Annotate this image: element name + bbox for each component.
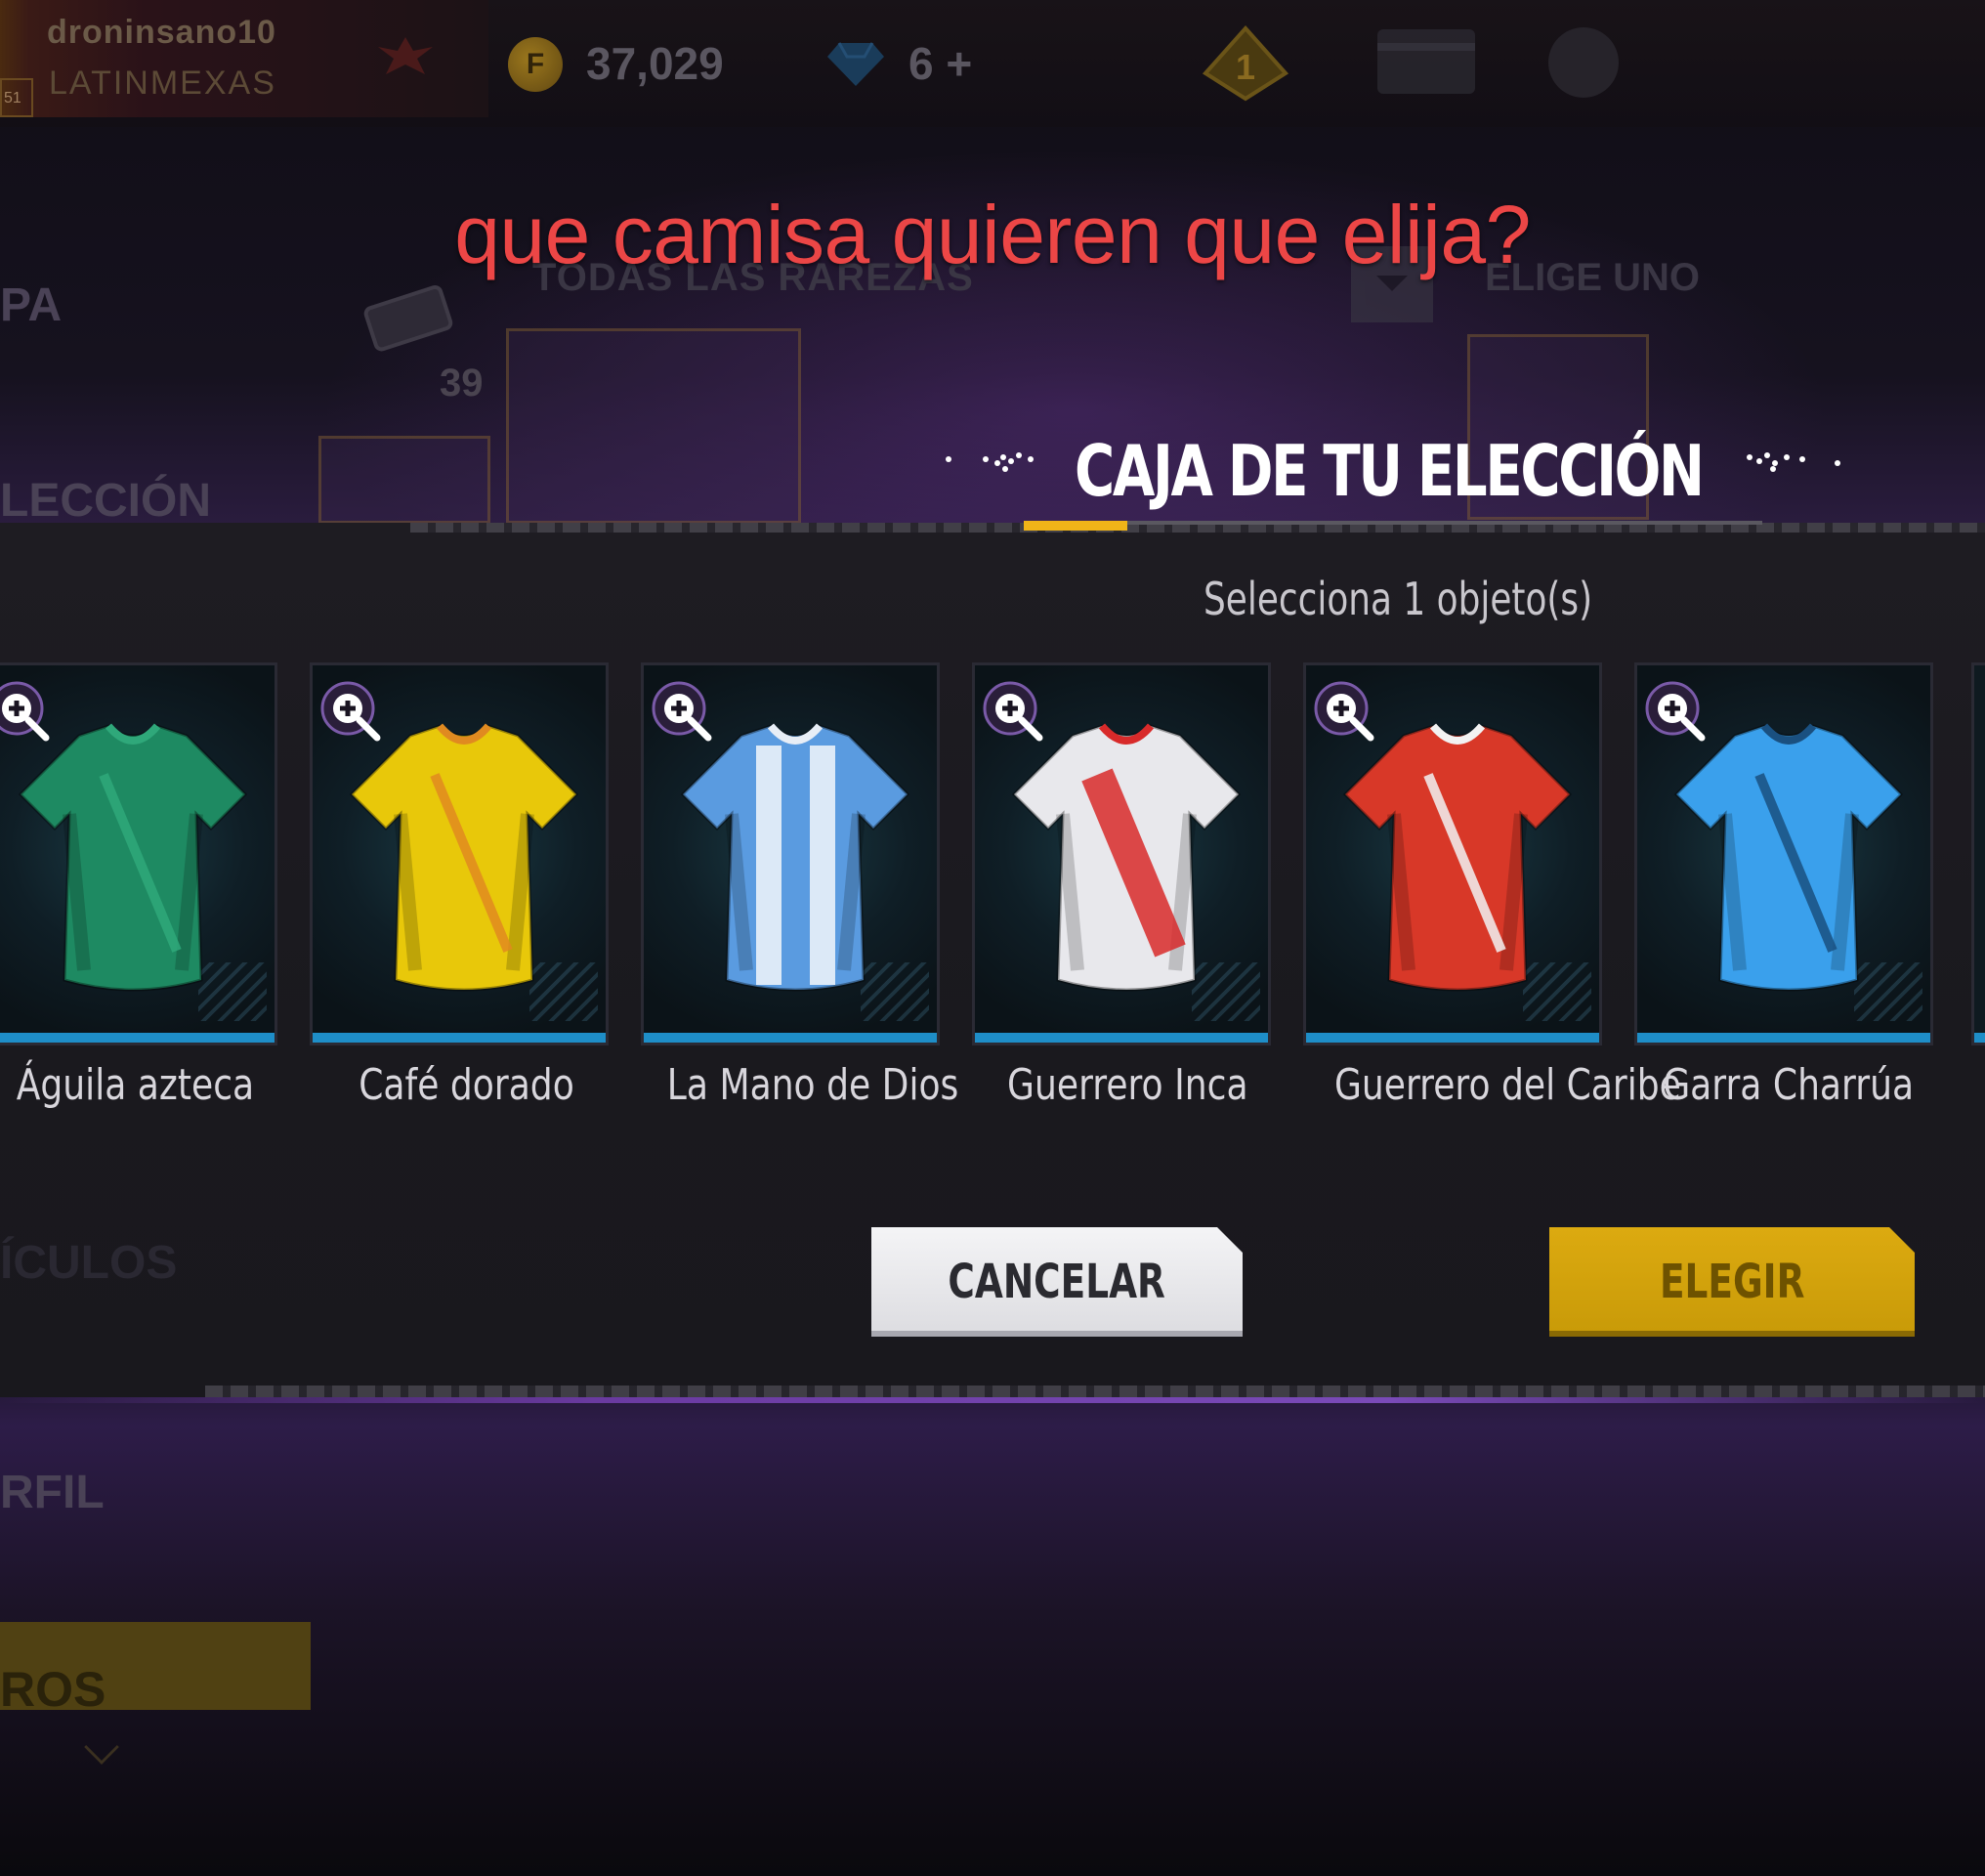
zoom-in-icon[interactable]: [1312, 679, 1380, 747]
bg-ticket-count: 39: [440, 362, 484, 405]
item-card[interactable]: [1634, 662, 1933, 1045]
dialog-title: CAJA DE TU ELECCIÓN: [1075, 430, 1705, 512]
bg-side-label-2: LECCIÓN: [0, 475, 211, 527]
bg-side-label-1: PA: [0, 279, 63, 331]
player-clan: LATINMEXAS: [49, 64, 276, 102]
jersey-icon: [1342, 723, 1573, 992]
item-name: Garra Charrúa: [1663, 1060, 1915, 1110]
choose-button[interactable]: ELEGIR: [1549, 1227, 1915, 1337]
player-level: 51: [0, 78, 33, 117]
item-card-label: Águila azteca: [0, 1060, 296, 1110]
jersey-icon: [1673, 723, 1904, 992]
item-card-label: Guerrero del Caribe: [1296, 1060, 1681, 1110]
item-card-label: Café dorado: [305, 1060, 627, 1110]
item-card-partial[interactable]: [1971, 662, 1985, 1045]
title-accent-bar: [1024, 521, 1127, 531]
bg-side-label-3: ÍCULOS: [0, 1237, 178, 1289]
bg-item-slot: [318, 436, 490, 524]
item-name: Guerrero Inca: [1006, 1060, 1248, 1110]
jersey-icon: [18, 723, 248, 992]
bg-side-label-4: RFIL: [0, 1467, 105, 1518]
item-card[interactable]: [0, 662, 277, 1045]
diamond-icon: [827, 42, 884, 86]
item-card[interactable]: [641, 662, 940, 1045]
zoom-in-icon[interactable]: [1643, 679, 1711, 747]
item-card-label: Guerrero Inca: [966, 1060, 1288, 1110]
bg-side-label-5: ROS: [0, 1662, 106, 1717]
diamond-balance: 6 +: [908, 38, 973, 89]
guild-wing-icon: [378, 37, 433, 74]
jersey-icon: [680, 723, 910, 992]
item-card-label: La Mano de Dios: [635, 1060, 959, 1110]
title-dots-left: [946, 452, 1034, 472]
title-rule: [1127, 521, 1762, 525]
zoom-in-icon[interactable]: [318, 679, 387, 747]
item-name: Águila azteca: [16, 1060, 254, 1110]
jersey-icon: [1011, 723, 1242, 992]
item-card-label: Garra Charrúa: [1627, 1060, 1950, 1110]
ticket-icon: [363, 284, 453, 352]
svg-text:1: 1: [1236, 47, 1255, 87]
zoom-in-icon[interactable]: [650, 679, 718, 747]
dialog-glow: [0, 1397, 1985, 1403]
zoom-in-icon[interactable]: [0, 679, 56, 747]
video-caption: que camisa quieren que elija?: [454, 189, 1531, 280]
cancel-button-label: CANCELAR: [948, 1255, 1166, 1309]
bg-item-slot: [506, 328, 801, 524]
item-card[interactable]: [972, 662, 1271, 1045]
item-name: Café dorado: [358, 1060, 574, 1110]
coin-balance: 37,029: [586, 38, 724, 89]
dialog-subtitle: Selecciona 1 objeto(s): [1204, 573, 1593, 625]
zoom-in-icon[interactable]: [981, 679, 1049, 747]
cancel-button[interactable]: CANCELAR: [871, 1227, 1243, 1337]
jersey-icon: [349, 723, 579, 992]
cloud-download-icon[interactable]: [1548, 27, 1619, 98]
choose-button-label: ELEGIR: [1659, 1255, 1805, 1309]
item-name: La Mano de Dios: [666, 1060, 959, 1110]
gold-coin-icon: F: [508, 37, 563, 92]
dialog-bottom-border: [205, 1386, 1985, 1397]
player-username: droninsano10: [47, 14, 276, 51]
item-card[interactable]: [310, 662, 609, 1045]
item-card[interactable]: [1303, 662, 1602, 1045]
rank-badge-icon: 1: [1202, 24, 1289, 102]
elite-pass-icon[interactable]: [1377, 29, 1475, 94]
title-dots-right: [1747, 452, 1840, 472]
